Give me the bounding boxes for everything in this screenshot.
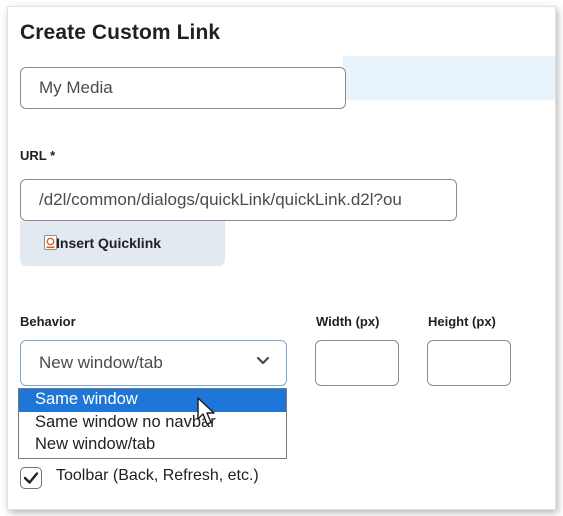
height-label: Height (px) <box>428 314 496 329</box>
height-input[interactable] <box>427 340 511 386</box>
width-input[interactable] <box>315 340 399 386</box>
toolbar-checkbox[interactable] <box>20 467 42 489</box>
behavior-dropdown-list: Same window Same window no navbar New wi… <box>18 388 287 459</box>
quicklink-icon <box>44 235 57 250</box>
option-same-window[interactable]: Same window <box>19 389 286 412</box>
insert-quicklink-label: Insert Quicklink <box>56 235 162 251</box>
option-new-window-tab[interactable]: New window/tab <box>19 434 286 456</box>
mouse-pointer-icon <box>197 397 215 425</box>
chevron-down-icon[interactable] <box>256 356 270 366</box>
url-input[interactable]: /d2l/common/dialogs/quickLink/quickLink.… <box>20 179 457 221</box>
behavior-select[interactable]: New window/tab <box>20 340 287 386</box>
option-same-window-no-navbar[interactable]: Same window no navbar <box>19 412 286 434</box>
create-custom-link-dialog: Create Custom Link My Media URL * /d2l/c… <box>7 6 556 510</box>
width-label: Width (px) <box>316 314 380 329</box>
checkmark-icon <box>23 472 39 484</box>
toolbar-checkbox-label: Toolbar (Back, Refresh, etc.) <box>56 467 259 484</box>
url-label: URL * <box>20 148 56 163</box>
link-name-input[interactable]: My Media <box>20 67 346 109</box>
name-field-highlight <box>343 56 555 100</box>
behavior-label: Behavior <box>20 314 76 329</box>
dialog-title: Create Custom Link <box>20 21 221 44</box>
behavior-selected-value: New window/tab <box>39 353 163 372</box>
